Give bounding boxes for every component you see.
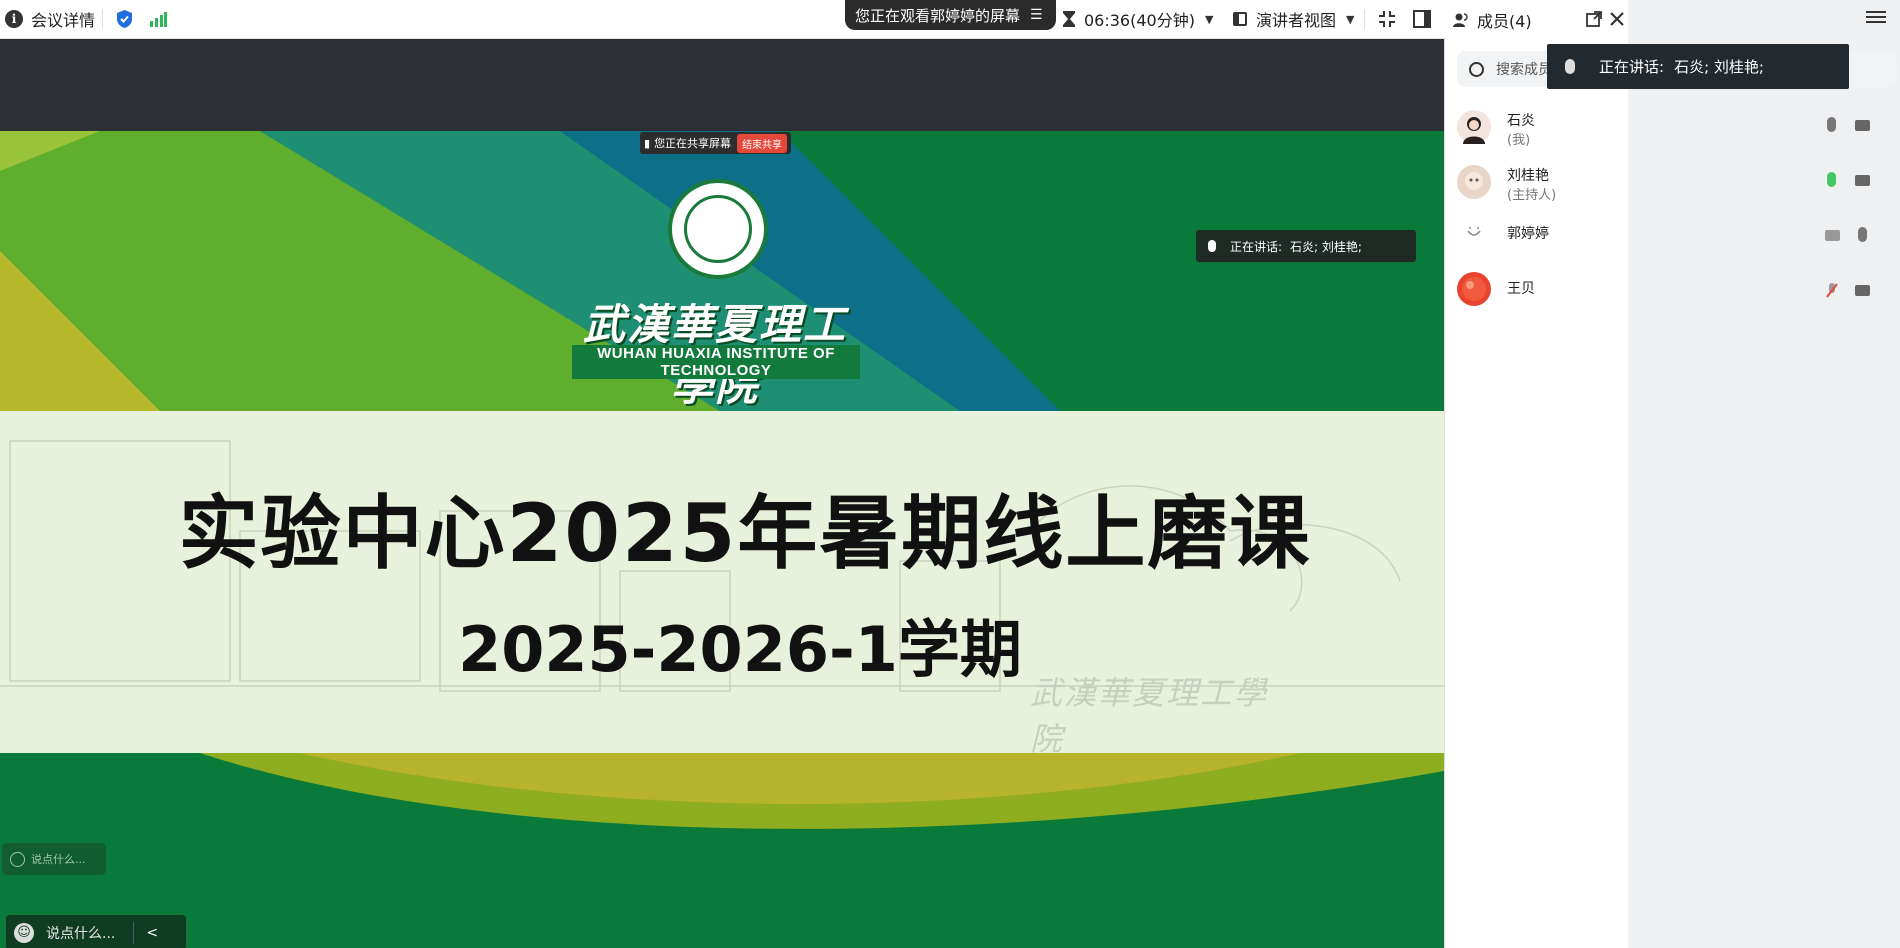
view-mode-dropdown[interactable]: 演讲者视图 ▼ (1232, 0, 1354, 38)
slide-watermark: 武漢華夏理工學院 (1030, 674, 1269, 758)
signal-bars-icon: ▮ (644, 136, 651, 150)
emoji-icon (10, 851, 25, 867)
speaking-tooltip: 正在讲话: 石炎; 刘桂艳; (1547, 44, 1849, 89)
chevron-down-icon: ▼ (1204, 12, 1214, 26)
microphone-icon[interactable] (1858, 227, 1867, 242)
collapse-icon (1379, 11, 1395, 27)
shield-icon (117, 10, 132, 28)
close-icon[interactable] (1609, 11, 1625, 27)
microphone-icon (1565, 59, 1575, 74)
chat-preview-label: 说点什么... (31, 853, 86, 866)
member-name: 石炎 (1507, 113, 1535, 129)
security-button[interactable] (116, 0, 133, 38)
sharing-notice-label: 您正在共享屏幕 (654, 137, 732, 150)
speaking-names: 石炎; 刘桂艳; (1674, 58, 1764, 76)
camera-icon[interactable] (1855, 120, 1870, 131)
member-row[interactable]: 王贝 (1457, 266, 1881, 310)
member-name: 王贝 (1507, 281, 1535, 297)
member-name: 刘桂艳 (1507, 168, 1549, 184)
shared-screen-area: 武漢華夏理工學院 WUHAN HUAXIA INSTITUTE OF TECHN… (0, 39, 1444, 948)
meeting-window: i 会议详情 您正在观看郭婷婷的屏幕 ☰ 06:36(40分钟) ▼ 演讲者视图… (0, 0, 1900, 948)
search-icon (1469, 61, 1484, 77)
chat-input-bar[interactable]: ☺ 说点什么... < (6, 915, 186, 948)
chevron-left-icon[interactable]: < (146, 925, 158, 941)
speaking-label: 正在讲话: (1230, 239, 1283, 254)
member-row[interactable]: 石炎 (我) (1457, 104, 1881, 148)
chevron-down-icon: ▼ (1346, 12, 1355, 26)
speaking-indicator-in-share: 正在讲话: 石炎; 刘桂艳; (1196, 230, 1416, 262)
member-tag: (主持人) (1507, 188, 1557, 203)
signal-bars-icon (150, 12, 167, 27)
toggle-sidebar-button[interactable] (1413, 0, 1431, 38)
speaking-names: 石炎; 刘桂艳; (1290, 239, 1362, 254)
meeting-timer[interactable]: 06:36(40分钟) ▼ (1062, 0, 1213, 38)
avatar (1457, 165, 1491, 199)
divider (133, 921, 135, 944)
members-panel: 搜索成员 石炎 (我) 刘桂艳 (主持人) 郭婷婷 王贝 (1444, 39, 1897, 948)
camera-icon[interactable] (1855, 175, 1870, 186)
member-name: 郭婷婷 (1507, 226, 1549, 242)
member-row[interactable]: 郭婷婷 (1457, 211, 1881, 255)
avatar (1457, 272, 1491, 306)
sidebar-icon (1413, 10, 1431, 28)
microphone-muted-icon[interactable] (1826, 282, 1838, 300)
slide-title: 实验中心2025年暑期线上磨课 (178, 487, 1312, 580)
avatar (1457, 110, 1491, 144)
popout-icon[interactable] (1586, 11, 1602, 27)
search-placeholder: 搜索成员 (1496, 62, 1552, 78)
speaking-label: 正在讲话: (1599, 58, 1665, 76)
chat-preview-in-share: 说点什么... (2, 843, 106, 875)
school-name-english: WUHAN HUAXIA INSTITUTE OF TECHNOLOGY (572, 345, 860, 379)
microphone-icon[interactable] (1827, 117, 1836, 132)
view-mode-label: 演讲者视图 (1256, 11, 1337, 30)
info-icon: i (5, 10, 23, 28)
screen-sharing-notice: ▮ 您正在共享屏幕 结束共享 (640, 132, 792, 154)
timer-label: 06:36(40分钟) (1084, 11, 1195, 30)
hourglass-icon (1063, 11, 1075, 27)
members-tab-label: 成员(4) (1477, 11, 1532, 31)
avatar (1457, 217, 1491, 251)
network-signal-button[interactable] (149, 0, 167, 38)
members-panel-header: 成员(4) (1446, 0, 1628, 39)
logo-emblem (684, 195, 752, 263)
stop-sharing-button[interactable]: 结束共享 (737, 133, 788, 153)
divider (1364, 9, 1365, 29)
member-row[interactable]: 刘桂艳 (主持人) (1457, 159, 1881, 203)
list-menu-icon: ☰ (1030, 7, 1043, 23)
top-toolbar: i 会议详情 您正在观看郭婷婷的屏幕 ☰ 06:36(40分钟) ▼ 演讲者视图… (0, 0, 1628, 39)
exit-fullscreen-button[interactable] (1378, 0, 1396, 38)
members-icon (1453, 12, 1468, 27)
emoji-icon[interactable]: ☺ (14, 922, 34, 943)
chat-input-placeholder[interactable]: 说点什么... (46, 923, 115, 943)
microphone-active-icon[interactable] (1827, 172, 1836, 187)
screen-share-icon[interactable] (1825, 230, 1840, 241)
hamburger-menu-icon[interactable] (1866, 8, 1886, 28)
member-tag: (我) (1507, 133, 1531, 148)
meeting-details-label: 会议详情 (31, 11, 96, 30)
watching-screen-label: 您正在观看郭婷婷的屏幕 (855, 6, 1021, 25)
microphone-icon (1208, 240, 1216, 252)
divider (102, 9, 103, 29)
meeting-details-button[interactable]: i 会议详情 (5, 0, 95, 38)
layout-icon (1233, 12, 1247, 26)
school-logo (668, 179, 768, 279)
watching-screen-notice[interactable]: 您正在观看郭婷婷的屏幕 ☰ (845, 0, 1056, 30)
camera-icon[interactable] (1855, 285, 1870, 296)
